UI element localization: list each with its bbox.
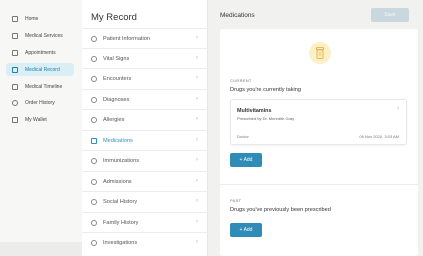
record-item-label: Diagnoses [103, 96, 130, 103]
record-item-label: Medications [103, 137, 133, 144]
record-item-label: Vital Signs [103, 55, 130, 62]
record-item-patient-information[interactable]: Patient Information › [82, 28, 208, 48]
chevron-right-icon: › [196, 137, 198, 143]
past-section-label: PAST [230, 198, 242, 203]
chevron-right-icon: › [196, 96, 198, 102]
section-divider [220, 184, 418, 185]
record-item-medications[interactable]: Medications › [82, 130, 208, 150]
nav-item-label: Order History [25, 99, 55, 106]
record-item-investigations[interactable]: Investigations › [82, 232, 208, 252]
pill-bottle-icon-glyph [316, 47, 324, 59]
history-icon [12, 99, 18, 106]
current-section-desc: Drugs you're currently taking [230, 87, 302, 93]
calendar-icon [12, 49, 18, 56]
main-panel: Medications Save CURRENT Drugs you're cu… [208, 0, 423, 256]
add-past-medication-button[interactable]: + Add [230, 223, 262, 237]
diagnosis-icon [91, 96, 97, 103]
home-icon [12, 15, 18, 22]
nav-item-medical-timeline[interactable]: Medical Timeline [6, 80, 74, 93]
nav-item-label: Medical Timeline [25, 83, 63, 90]
record-icon [12, 66, 18, 73]
allergy-icon [91, 116, 97, 123]
medication-prescriber: Prescribed by Dr. Meredith Gray [237, 116, 295, 121]
record-item-label: Immunizations [103, 157, 140, 164]
nav-item-label: My Wallet [25, 116, 47, 123]
family-icon [91, 219, 97, 226]
social-icon [91, 198, 97, 205]
vitals-icon [91, 55, 97, 62]
nav-item-order-history[interactable]: Order History [6, 96, 74, 109]
chevron-right-icon: › [196, 198, 198, 204]
nav-footer [0, 242, 82, 256]
add-current-medication-button[interactable]: + Add [230, 153, 262, 167]
medication-item[interactable]: Multivitamins Prescribed by Dr. Meredith… [230, 99, 407, 145]
timeline-icon [12, 83, 18, 90]
record-item-label: Family History [103, 219, 139, 226]
user-icon [91, 35, 97, 42]
services-icon [12, 32, 18, 39]
record-panel: My Record Patient Information › Vital Si… [82, 0, 208, 256]
nav-item-medical-record[interactable]: Medical Record [6, 63, 74, 76]
chevron-right-icon: › [196, 75, 198, 81]
nav-item-label: Appointments [25, 49, 56, 56]
medication-source: Doctor [237, 134, 249, 139]
nav-item-label: Medical Record [25, 66, 60, 73]
record-item-label: Patient Information [103, 35, 150, 42]
people-icon [91, 75, 97, 82]
page-title: Medications [220, 12, 255, 19]
wallet-icon [12, 116, 18, 123]
nav-item-my-wallet[interactable]: My Wallet [6, 113, 74, 126]
chevron-right-icon: › [196, 55, 198, 61]
record-item-vital-signs[interactable]: Vital Signs › [82, 48, 208, 68]
chevron-right-icon: › [397, 106, 399, 112]
chevron-right-icon: › [196, 219, 198, 225]
record-item-encounters[interactable]: Encounters › [82, 68, 208, 88]
record-item-diagnoses[interactable]: Diagnoses › [82, 89, 208, 109]
record-item-immunizations[interactable]: Immunizations › [82, 150, 208, 170]
record-title: My Record [91, 12, 137, 23]
syringe-icon [91, 157, 97, 164]
chevron-right-icon: › [196, 178, 198, 184]
record-item-label: Social History [103, 198, 138, 205]
nav-item-label: Home [25, 15, 39, 22]
chevron-right-icon: › [196, 157, 198, 163]
record-item-label: Investigations [103, 239, 138, 246]
nav-item-appointments[interactable]: Appointments [6, 46, 74, 59]
record-item-allergies[interactable]: Allergies › [82, 109, 208, 129]
medication-date: 06 Nov 2020, 3:03 AM [359, 134, 399, 139]
nav-item-home[interactable]: Home [6, 12, 74, 25]
record-item-label: Encounters [103, 75, 132, 82]
record-item-label: Admissions [103, 178, 132, 185]
side-nav: Home Medical Services Appointments Medic… [0, 0, 82, 256]
chevron-right-icon: › [196, 239, 198, 245]
chevron-right-icon: › [196, 35, 198, 41]
save-button[interactable]: Save [371, 8, 409, 22]
nav-item-medical-services[interactable]: Medical Services [6, 29, 74, 42]
medications-card: CURRENT Drugs you're currently taking Mu… [220, 29, 418, 256]
search-icon [91, 239, 97, 246]
bed-icon [91, 178, 97, 185]
record-item-admissions[interactable]: Admissions › [82, 171, 208, 191]
past-section-desc: Drugs you've previously been prescribed [230, 207, 331, 213]
pill-icon [91, 137, 97, 144]
medication-name: Multivitamins [237, 108, 272, 114]
nav-item-label: Medical Services [25, 32, 63, 39]
pill-bottle-icon [309, 42, 331, 64]
record-item-family-history[interactable]: Family History › [82, 212, 208, 232]
chevron-right-icon: › [196, 116, 198, 122]
current-section-label: CURRENT [230, 78, 252, 83]
record-item-label: Allergies [103, 116, 125, 123]
record-item-social-history[interactable]: Social History › [82, 191, 208, 211]
